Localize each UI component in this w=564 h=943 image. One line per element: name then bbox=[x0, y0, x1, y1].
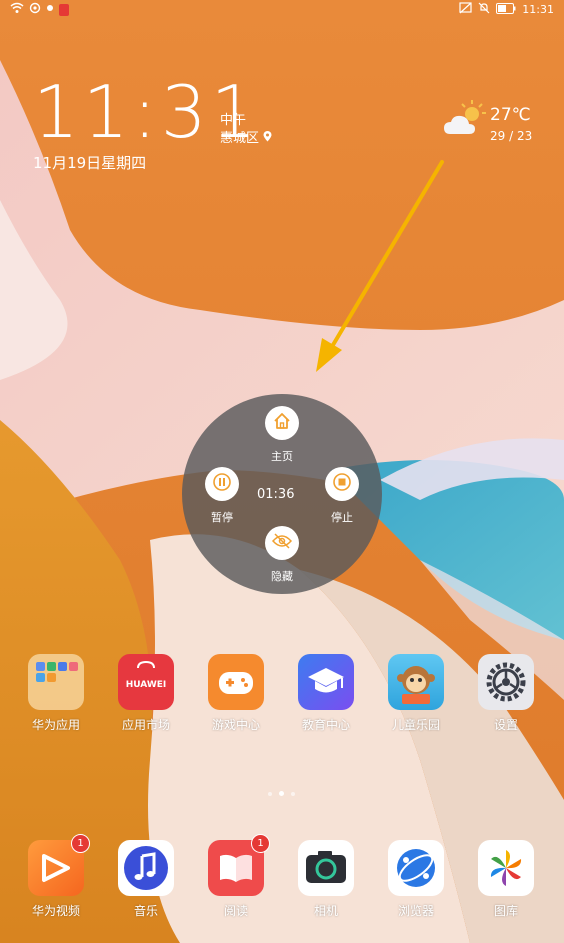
app-label: 华为应用 bbox=[31, 718, 80, 732]
app-label: 图库 bbox=[493, 904, 518, 918]
page-indicator bbox=[268, 791, 295, 796]
app-browser[interactable]: 浏览器 bbox=[379, 840, 453, 919]
weather-temp: 27℃ bbox=[490, 105, 531, 125]
page-dot[interactable] bbox=[268, 791, 272, 796]
notification-badge: 1 bbox=[251, 834, 270, 853]
huawei-wordmark: HUAWEI bbox=[125, 680, 167, 690]
globe-icon bbox=[388, 840, 444, 896]
page-dot[interactable] bbox=[291, 791, 295, 796]
period-label: 中午 bbox=[220, 113, 247, 128]
location-label: 惠城区 bbox=[220, 131, 260, 146]
app-label: 浏览器 bbox=[397, 904, 434, 918]
weather-range: 29 / 23 bbox=[490, 129, 533, 143]
vpn-icon bbox=[29, 2, 41, 17]
app-music[interactable]: 音乐 bbox=[109, 840, 183, 919]
status-time: 11:31 bbox=[522, 3, 554, 16]
camera-icon bbox=[298, 840, 354, 896]
app-kids-park[interactable]: 儿童乐园 bbox=[379, 654, 453, 733]
app-label: 华为视频 bbox=[31, 904, 80, 918]
mute-bell-icon bbox=[478, 2, 490, 17]
app-label: 应用市场 bbox=[121, 718, 170, 732]
pause-button[interactable] bbox=[205, 467, 239, 501]
app-huawei-video[interactable]: 1 华为视频 bbox=[19, 834, 93, 919]
huawei-appgallery-icon: HUAWEI bbox=[118, 654, 174, 710]
location-row: 惠城区 bbox=[220, 130, 272, 148]
app-label: 教育中心 bbox=[301, 718, 350, 732]
hide-label: 隐藏 bbox=[271, 570, 293, 583]
monkey-icon bbox=[388, 654, 444, 710]
pinwheel-icon bbox=[478, 840, 534, 896]
music-note-icon bbox=[118, 840, 174, 896]
graduation-cap-icon bbox=[298, 654, 354, 710]
hide-button[interactable] bbox=[265, 526, 299, 560]
partly-cloudy-icon bbox=[444, 100, 488, 142]
wifi-icon bbox=[10, 2, 24, 17]
clock-side-info: 中午 惠城区 bbox=[220, 112, 272, 148]
record-timer: 01:36 bbox=[257, 487, 295, 502]
microphone-icon bbox=[59, 3, 69, 16]
app-education-center[interactable]: 教育中心 bbox=[289, 654, 363, 733]
app-gallery[interactable]: 图库 bbox=[469, 840, 543, 919]
date-label: 11月19日星期四 bbox=[33, 154, 147, 172]
app-label: 游戏中心 bbox=[211, 718, 260, 732]
book-icon: 1 bbox=[208, 834, 270, 896]
folder-icon bbox=[28, 654, 84, 710]
status-bar: 11:31 bbox=[0, 0, 564, 18]
app-label: 设置 bbox=[493, 718, 518, 732]
eye-slash-icon bbox=[271, 533, 293, 553]
app-huawei-apps-folder[interactable]: 华为应用 bbox=[19, 654, 93, 733]
app-game-center[interactable]: 游戏中心 bbox=[199, 654, 273, 733]
stop-label: 停止 bbox=[331, 511, 353, 524]
cast-icon bbox=[459, 2, 472, 17]
status-left bbox=[10, 2, 69, 17]
location-pin-icon bbox=[263, 131, 272, 146]
stop-button[interactable] bbox=[325, 467, 359, 501]
gamepad-icon bbox=[208, 654, 264, 710]
record-icon bbox=[46, 2, 54, 17]
page-dot-active[interactable] bbox=[279, 791, 284, 796]
app-label: 阅读 bbox=[223, 904, 248, 918]
battery-icon bbox=[496, 2, 516, 17]
notification-badge: 1 bbox=[71, 834, 90, 853]
pause-icon bbox=[212, 472, 232, 496]
app-settings[interactable]: 设置 bbox=[469, 654, 543, 733]
screen-record-dial: 主页 暂停 01:36 停止 隐藏 bbox=[182, 394, 382, 594]
annotation-arrow bbox=[316, 160, 444, 372]
gear-icon bbox=[478, 654, 534, 710]
app-reading[interactable]: 1 阅读 bbox=[199, 834, 273, 919]
home-icon bbox=[273, 412, 291, 434]
app-label: 音乐 bbox=[133, 904, 158, 918]
app-label: 相机 bbox=[313, 904, 338, 918]
app-label: 儿童乐园 bbox=[391, 718, 440, 732]
weather-widget[interactable]: 27℃ 29 / 23 bbox=[444, 98, 532, 143]
home-label: 主页 bbox=[271, 450, 293, 463]
pause-label: 暂停 bbox=[211, 511, 233, 524]
video-play-icon: 1 bbox=[28, 834, 90, 896]
home-button[interactable] bbox=[265, 406, 299, 440]
app-camera[interactable]: 相机 bbox=[289, 840, 363, 919]
status-right: 11:31 bbox=[459, 2, 554, 17]
app-app-gallery[interactable]: HUAWEI 应用市场 bbox=[109, 654, 183, 733]
stop-icon bbox=[332, 472, 352, 496]
